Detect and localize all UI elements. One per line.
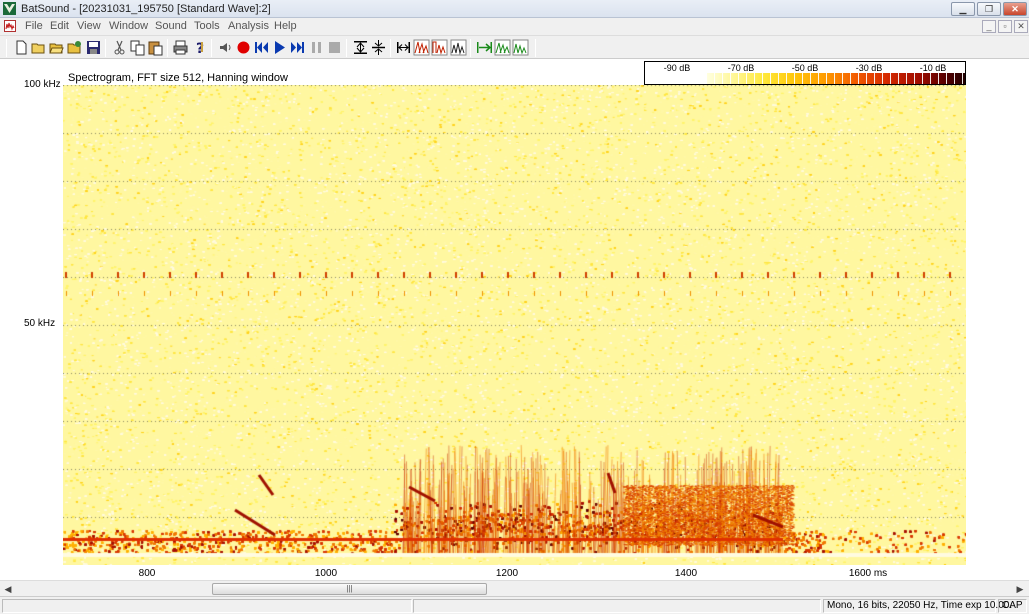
- status-bar: Mono, 16 bits, 22050 Hz, Time exp 10.00.…: [0, 596, 1029, 614]
- y-tick-label: 50 kHz: [24, 318, 56, 329]
- print-icon[interactable]: [172, 39, 189, 56]
- spectrum-green-icon[interactable]: [512, 39, 529, 56]
- paste-icon[interactable]: [147, 39, 164, 56]
- scroll-right-icon[interactable]: ▶: [1013, 583, 1027, 595]
- status-cell: [2, 599, 412, 613]
- open-folder-icon[interactable]: [48, 39, 65, 56]
- colorbar-label: -90 dB: [663, 63, 691, 73]
- close-button[interactable]: ✕: [1003, 2, 1027, 16]
- x-tick-label: 1200: [495, 568, 519, 579]
- zoom-horizontal-icon[interactable]: [395, 39, 412, 56]
- status-cap: CAP: [1002, 600, 1023, 611]
- colorbar-gradient: [707, 73, 965, 84]
- menu-tools[interactable]: Tools: [194, 20, 220, 32]
- pause-icon[interactable]: [308, 39, 325, 56]
- batsound-logo-icon: [3, 2, 16, 15]
- menu-analysis[interactable]: Analysis: [228, 20, 269, 32]
- power-spectrum-icon[interactable]: [450, 39, 467, 56]
- next-icon[interactable]: [476, 39, 493, 56]
- scroll-left-icon[interactable]: ◀: [1, 583, 15, 595]
- mdi-close-button[interactable]: ✕: [1014, 20, 1028, 33]
- mdi-minimize-button[interactable]: _: [982, 20, 996, 33]
- window-title: BatSound - [20231031_195750 [Standard Wa…: [21, 3, 271, 15]
- menu-window[interactable]: Window: [109, 20, 148, 32]
- y-tick-label: 100 kHz: [24, 79, 61, 90]
- fast-forward-icon[interactable]: [289, 39, 306, 56]
- zoom-out-vertical-icon[interactable]: [370, 39, 387, 56]
- x-tick-label: 800: [138, 568, 156, 579]
- spectrogram-canvas[interactable]: [63, 85, 966, 565]
- x-tick-label: 1600 ms: [848, 568, 888, 579]
- save-icon[interactable]: [85, 39, 102, 56]
- minimize-button[interactable]: ▁: [951, 2, 975, 16]
- spectrogram-title: Spectrogram, FFT size 512, Hanning windo…: [68, 72, 288, 84]
- play-icon[interactable]: [271, 39, 288, 56]
- copy-icon[interactable]: [129, 39, 146, 56]
- new-icon[interactable]: [13, 39, 30, 56]
- mdi-restore-button[interactable]: ▫: [998, 20, 1012, 33]
- rewind-icon[interactable]: [253, 39, 270, 56]
- speaker-icon[interactable]: [217, 39, 234, 56]
- help-icon[interactable]: ?: [191, 39, 208, 56]
- spectrogram-green-icon[interactable]: [494, 39, 511, 56]
- color-scale-legend: -90 dB -70 dB -50 dB -30 dB -10 dB: [644, 61, 966, 85]
- spectrogram-icon[interactable]: [413, 39, 430, 56]
- colorbar-label: -10 dB: [919, 63, 947, 73]
- record-icon[interactable]: [235, 39, 252, 56]
- status-info: Mono, 16 bits, 22050 Hz, Time exp 10.00.: [827, 600, 1013, 611]
- spectrum-icon[interactable]: [431, 39, 448, 56]
- zoom-in-vertical-icon[interactable]: [352, 39, 369, 56]
- menu-view[interactable]: View: [77, 20, 101, 32]
- menu-bar: File Edit View Window Sound Tools Analys…: [0, 18, 1029, 35]
- title-bar: BatSound - [20231031_195750 [Standard Wa…: [0, 0, 1029, 18]
- menu-file[interactable]: File: [25, 20, 43, 32]
- menu-help[interactable]: Help: [274, 20, 297, 32]
- document-icon[interactable]: [4, 20, 16, 32]
- open-icon[interactable]: [30, 39, 47, 56]
- menu-edit[interactable]: Edit: [50, 20, 69, 32]
- menu-sound[interactable]: Sound: [155, 20, 187, 32]
- colorbar-label: -50 dB: [791, 63, 819, 73]
- x-tick-label: 1400: [674, 568, 698, 579]
- toolbar: ?: [0, 35, 1029, 59]
- colorbar-label: -30 dB: [855, 63, 883, 73]
- horizontal-scrollbar[interactable]: ◀ ||| ▶: [0, 580, 1029, 596]
- x-tick-label: 1000: [314, 568, 338, 579]
- cut-icon[interactable]: [111, 39, 128, 56]
- status-cell: [413, 599, 821, 613]
- maximize-button[interactable]: ❐: [977, 2, 1001, 16]
- scroll-thumb[interactable]: |||: [212, 583, 487, 595]
- colorbar-label: -70 dB: [727, 63, 755, 73]
- open-recent-icon[interactable]: [66, 39, 83, 56]
- stop-icon[interactable]: [326, 39, 343, 56]
